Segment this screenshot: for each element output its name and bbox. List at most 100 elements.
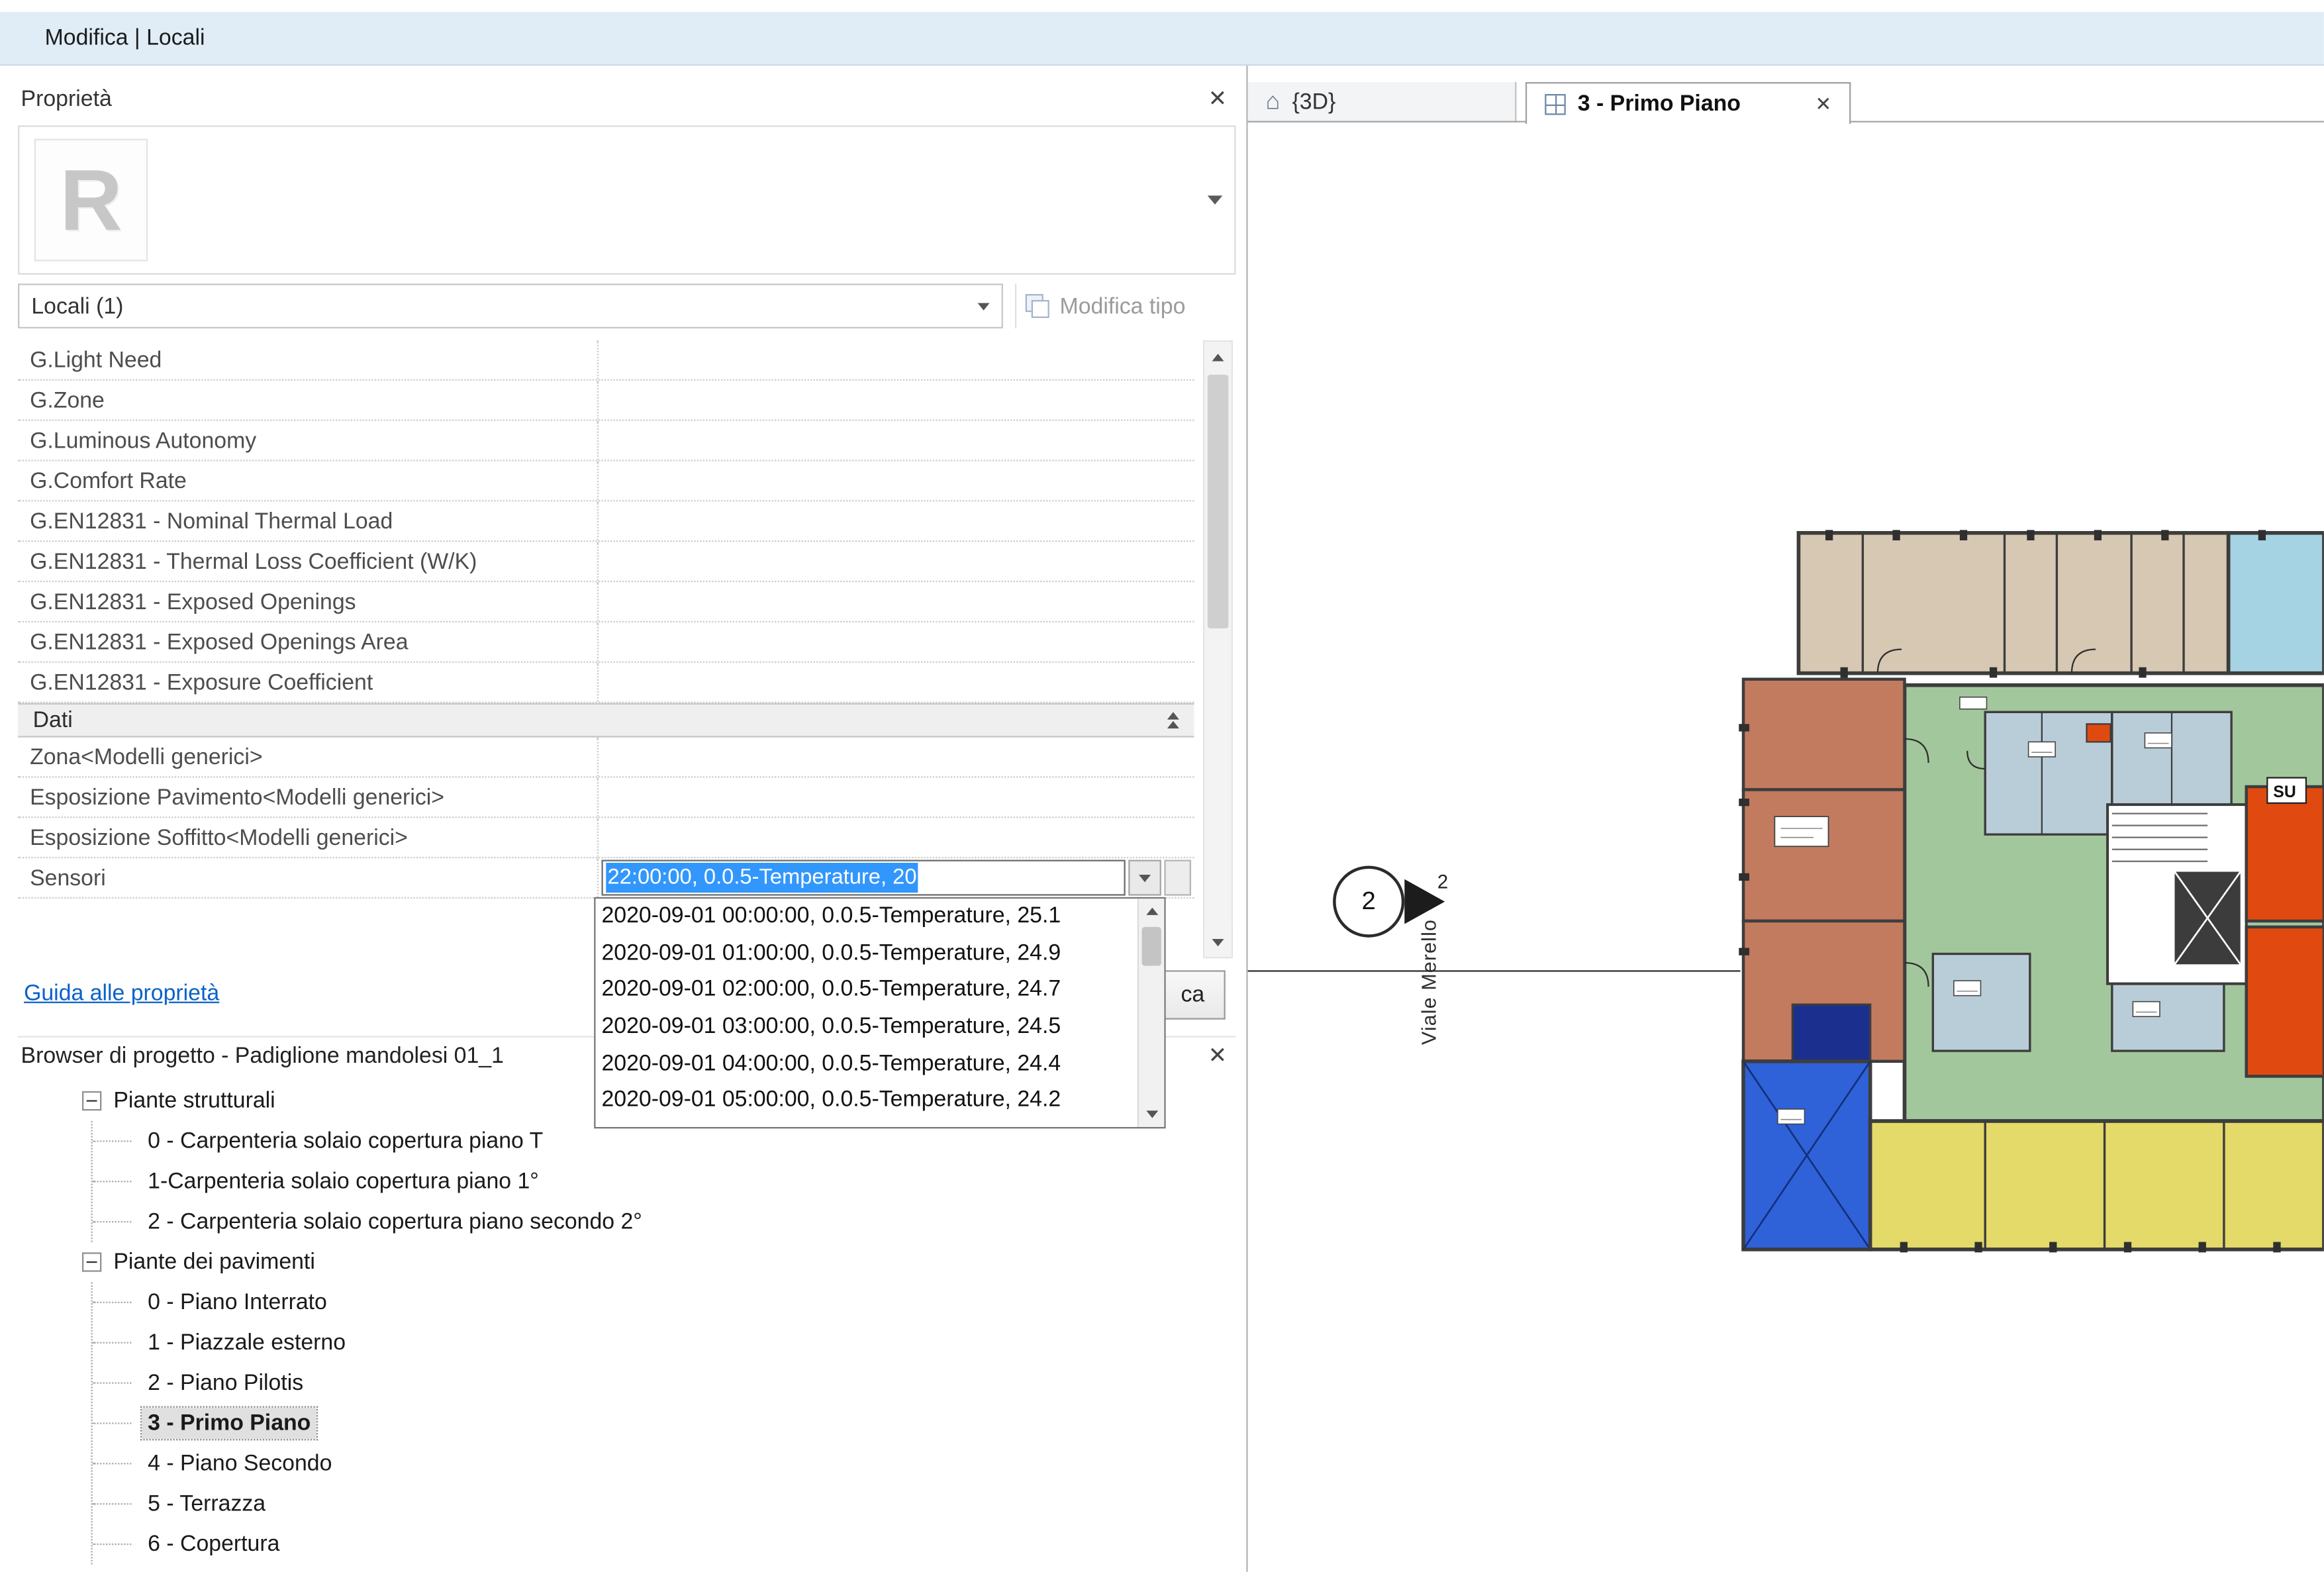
- sensori-selected-text: 22:00:00, 0.0.5-Temperature, 20: [606, 863, 918, 893]
- property-row: G.Zone: [18, 381, 1194, 421]
- room-tag-su-text: SU: [2273, 783, 2296, 801]
- floor-plan[interactable]: SU: [1736, 530, 2324, 1255]
- dropdown-item[interactable]: 2020-09-01 05:00:00, 0.0.5-Temperature, …: [595, 1083, 1137, 1120]
- view-tab-primo-piano[interactable]: 3 - Primo Piano ✕: [1525, 82, 1851, 124]
- dropdown-scrollbar[interactable]: [1138, 899, 1165, 1127]
- sensori-dropdown-button[interactable]: [1128, 860, 1161, 895]
- property-label: G.Light Need: [18, 340, 597, 379]
- mode-bar: Modifica | Locali: [0, 12, 2324, 66]
- collapse-node-icon[interactable]: [82, 1091, 101, 1110]
- dropdown-item[interactable]: 2020-09-01 00:00:00, 0.0.5-Temperature, …: [595, 899, 1137, 936]
- property-value[interactable]: [597, 501, 1194, 540]
- tree-item[interactable]: 1-Carpenteria solaio copertura piano 1°: [93, 1161, 1186, 1202]
- edit-type-label: Modifica tipo: [1060, 293, 1186, 319]
- property-value[interactable]: [597, 340, 1194, 379]
- property-value[interactable]: [597, 582, 1194, 621]
- property-value[interactable]: [597, 421, 1194, 460]
- collapse-node-icon[interactable]: [82, 1252, 101, 1271]
- dropdown-item[interactable]: 2020-09-01 02:00:00, 0.0.5-Temperature, …: [595, 972, 1137, 1009]
- tree-item[interactable]: 1 - Piazzale esterno: [93, 1322, 1186, 1363]
- property-row: G.EN12831 - Exposure Coefficient: [18, 663, 1194, 703]
- property-value[interactable]: [597, 622, 1194, 662]
- type-selector[interactable]: R: [18, 125, 1236, 274]
- element-filter-combobox[interactable]: Locali (1): [18, 283, 1003, 328]
- properties-close-icon[interactable]: ✕: [1208, 87, 1227, 110]
- dropdown-item[interactable]: 2020-09-01 04:00:00, 0.0.5-Temperature, …: [595, 1046, 1137, 1083]
- property-label: G.EN12831 - Thermal Loss Coefficient (W/…: [18, 542, 597, 581]
- room-pale-c: [1933, 954, 2030, 1051]
- scroll-up-icon[interactable]: [1204, 342, 1232, 371]
- tree-item[interactable]: 6 - Copertura: [93, 1524, 1186, 1565]
- property-value[interactable]: [597, 462, 1194, 501]
- scroll-down-icon[interactable]: [1204, 927, 1232, 957]
- property-label: G.Luminous Autonomy: [18, 421, 597, 460]
- tab-close-icon[interactable]: ✕: [1815, 92, 1831, 116]
- tree-group-label: Piante dei pavimenti: [113, 1250, 315, 1275]
- street-label[interactable]: Viale Merello: [1418, 881, 1441, 1045]
- property-label: G.Comfort Rate: [18, 462, 597, 501]
- section-marker[interactable]: 2: [1333, 865, 1404, 937]
- view-tab-label: {3D}: [1292, 89, 1335, 115]
- property-row: G.Light Need: [18, 340, 1194, 381]
- property-row: G.EN12831 - Nominal Thermal Load: [18, 501, 1194, 542]
- scroll-up-icon[interactable]: [1139, 899, 1164, 924]
- element-selector-row: Locali (1) Modifica tipo: [18, 283, 1236, 328]
- dropdown-item[interactable]: 2020-09-01 01:00:00, 0.0.5-Temperature, …: [595, 936, 1137, 973]
- properties-title: Proprietà: [21, 86, 112, 111]
- property-value[interactable]: [597, 818, 1194, 857]
- property-label: G.Zone: [18, 381, 597, 420]
- room-salmon-1: [1743, 679, 1904, 790]
- section-reference-line: [1248, 970, 1741, 971]
- project-browser-title: Browser di progetto - Padiglione mandole…: [21, 1044, 504, 1069]
- scroll-down-icon[interactable]: [1139, 1102, 1164, 1127]
- property-value[interactable]: [597, 777, 1194, 816]
- property-value[interactable]: [597, 381, 1194, 420]
- properties-help-link[interactable]: Guida alle proprietà: [24, 981, 219, 1006]
- properties-header: Proprietà ✕: [18, 77, 1236, 119]
- room-light-blue: [2229, 533, 2324, 673]
- property-label: G.EN12831 - Exposure Coefficient: [18, 663, 597, 702]
- sensori-input[interactable]: 22:00:00, 0.0.5-Temperature, 20: [601, 860, 1125, 895]
- scrollbar-thumb[interactable]: [1142, 927, 1161, 966]
- type-selector-chevron-down-icon[interactable]: [1208, 195, 1223, 205]
- sensori-more-button[interactable]: [1164, 860, 1191, 895]
- tree-item[interactable]: 2 - Carpenteria solaio copertura piano s…: [93, 1202, 1186, 1242]
- tree-item[interactable]: 0 - Piano Interrato: [93, 1282, 1186, 1322]
- tree-item[interactable]: 2 - Piano Pilotis: [93, 1363, 1186, 1403]
- room-orange-1: [2247, 787, 2324, 921]
- property-label: Zona<Modelli generici>: [18, 738, 597, 777]
- project-browser-close-icon[interactable]: ✕: [1208, 1045, 1227, 1067]
- sensori-dropdown-items: 2020-09-01 00:00:00, 0.0.5-Temperature, …: [595, 899, 1137, 1127]
- element-filter-chevron-down-icon: [978, 302, 990, 309]
- tree-group-label: Piante strutturali: [113, 1088, 275, 1113]
- property-value[interactable]: [597, 542, 1194, 581]
- element-filter-label: Locali (1): [31, 293, 123, 319]
- property-label: G.EN12831 - Exposed Openings Area: [18, 622, 597, 662]
- property-row: G.EN12831 - Exposed Openings Area: [18, 622, 1194, 663]
- view-tab-label: 3 - Primo Piano: [1578, 91, 1741, 117]
- property-label: Esposizione Pavimento<Modelli generici>: [18, 777, 597, 816]
- dati-section-header[interactable]: Dati: [18, 703, 1194, 738]
- edit-type-button[interactable]: Modifica tipo: [1015, 283, 1236, 328]
- properties-scrollbar[interactable]: [1203, 340, 1233, 958]
- property-row: G.EN12831 - Exposed Openings: [18, 582, 1194, 622]
- mode-bar-label: Modifica | Locali: [45, 25, 205, 50]
- tree-item-selected[interactable]: 3 - Primo Piano: [93, 1403, 1186, 1444]
- tree-item[interactable]: 4 - Piano Secondo: [93, 1444, 1186, 1484]
- tree-item[interactable]: 5 - Terrazza: [93, 1484, 1186, 1524]
- property-value[interactable]: [597, 663, 1194, 702]
- dati-section-label: Dati: [33, 708, 73, 733]
- property-row: Zona<Modelli generici>: [18, 738, 1194, 778]
- panel-canvas-divider: [1246, 66, 1247, 1572]
- dropdown-item[interactable]: 2020-09-01 06:00:00, 0.0.5-Temperature, …: [595, 1120, 1137, 1127]
- room-navy: [1792, 1005, 1870, 1061]
- sensor-box: [2087, 724, 2111, 742]
- collapse-section-icon[interactable]: [1167, 712, 1179, 728]
- view-tab-3d[interactable]: ⌂ {3D}: [1248, 82, 1517, 123]
- tree-group-piante-dei-pavimenti[interactable]: Piante dei pavimenti: [82, 1242, 1186, 1283]
- property-value[interactable]: [597, 738, 1194, 777]
- room-yellow-band: [1870, 1121, 2324, 1250]
- tree-children: 0 - Piano Interrato 1 - Piazzale esterno…: [91, 1282, 1187, 1564]
- dropdown-item[interactable]: 2020-09-01 03:00:00, 0.0.5-Temperature, …: [595, 1009, 1137, 1046]
- scrollbar-thumb[interactable]: [1208, 375, 1229, 628]
